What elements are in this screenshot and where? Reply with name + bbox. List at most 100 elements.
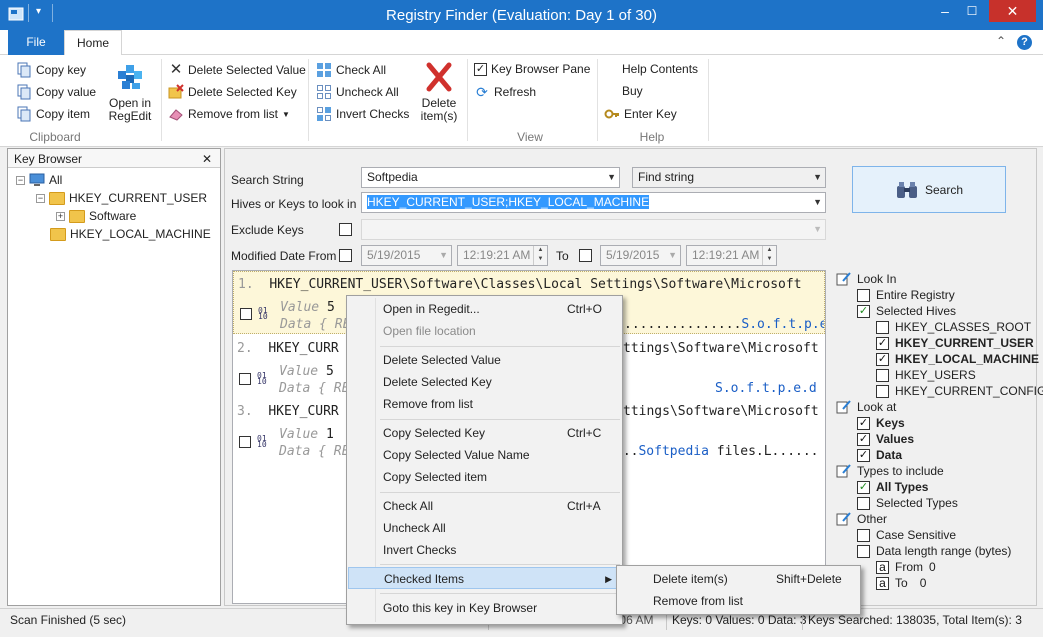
key-browser-pane-toggle[interactable]: ✓ Key Browser Pane xyxy=(474,62,590,76)
to-date-checkbox[interactable] xyxy=(579,249,592,262)
look-at-values-option[interactable]: ✓ Values xyxy=(857,432,914,446)
minimize-button[interactable]: – xyxy=(932,0,958,22)
submenu-item-delete-items[interactable]: Delete item(s) Shift+Delete xyxy=(618,568,859,590)
checkbox-checked[interactable]: ✓ xyxy=(857,448,870,462)
expand-icon[interactable]: + xyxy=(56,211,65,221)
menu-item-goto-key[interactable]: Goto this key in Key Browser xyxy=(348,597,621,619)
menu-item-check-all[interactable]: Check All Ctrl+A xyxy=(348,495,621,517)
checkbox[interactable] xyxy=(876,368,889,382)
menu-item-delete-value[interactable]: Delete Selected Value xyxy=(348,349,621,371)
time-spinner[interactable]: ▲ ▼ xyxy=(762,246,776,265)
hive-hkcc-option[interactable]: HKEY_CURRENT_CONFIG xyxy=(876,384,1043,398)
checkbox-checked[interactable]: ✓ xyxy=(876,336,889,350)
checkbox-checked[interactable]: ✓ xyxy=(857,480,870,494)
invert-checks-button[interactable]: Invert Checks xyxy=(316,106,409,122)
entire-registry-option[interactable]: Entire Registry xyxy=(857,288,955,302)
all-types-option[interactable]: ✓ All Types xyxy=(857,480,928,494)
result-checkbox[interactable] xyxy=(240,308,252,320)
uncheck-all-button[interactable]: Uncheck All xyxy=(316,84,399,100)
result-checkbox[interactable] xyxy=(239,373,251,385)
copy-key-button[interactable]: Copy key xyxy=(16,62,86,78)
checkbox-checked[interactable]: ✓ xyxy=(857,432,870,446)
checkbox[interactable] xyxy=(857,496,870,510)
result-checkbox[interactable] xyxy=(239,436,251,448)
tree-node-software[interactable]: + Software xyxy=(56,209,136,223)
selected-hives-option[interactable]: ✓ Selected Hives xyxy=(857,304,956,318)
tree-node-hkcu[interactable]: − HKEY_CURRENT_USER xyxy=(36,191,207,205)
selected-types-option[interactable]: Selected Types xyxy=(857,496,958,510)
checkbox[interactable] xyxy=(857,544,870,558)
checkbox-checked[interactable]: ✓ xyxy=(857,416,870,430)
menu-item-copy-value-name[interactable]: Copy Selected Value Name xyxy=(348,444,621,466)
checkbox[interactable] xyxy=(857,288,870,302)
search-string-input[interactable]: Softpedia ▼ xyxy=(361,167,620,188)
checkbox[interactable] xyxy=(857,528,870,542)
checkbox-checked[interactable]: ✓ xyxy=(857,304,870,318)
dropdown-arrow-icon[interactable]: ▼ xyxy=(607,172,616,182)
look-at-keys-option[interactable]: ✓ Keys xyxy=(857,416,905,430)
submenu-item-remove-from-list[interactable]: Remove from list xyxy=(618,590,859,612)
to-time-input[interactable]: 12:19:21 AM ▲ ▼ xyxy=(686,245,777,266)
menu-item-open-regedit[interactable]: Open in Regedit... Ctrl+O xyxy=(348,298,621,320)
title-bar: ▾ Registry Finder (Evaluation: Day 1 of … xyxy=(0,0,1043,30)
open-in-regedit-button[interactable]: Open in RegEdit xyxy=(104,61,156,123)
look-at-data-option[interactable]: ✓ Data xyxy=(857,448,902,462)
from-time-input[interactable]: 12:19:21 AM ▲ ▼ xyxy=(457,245,548,266)
copy-value-button[interactable]: Copy value xyxy=(16,84,96,100)
hive-hkcu-option[interactable]: ✓ HKEY_CURRENT_USER xyxy=(876,336,1034,350)
length-to-field[interactable]: a To 0 xyxy=(876,576,926,590)
help-icon[interactable]: ? xyxy=(1017,35,1032,50)
delete-selected-value-button[interactable]: ✕ Delete Selected Value xyxy=(168,62,306,78)
menu-item-copy-item[interactable]: Copy Selected item xyxy=(348,466,621,488)
checkbox-checked[interactable]: ✓ xyxy=(876,352,889,366)
time-spinner[interactable]: ▲ ▼ xyxy=(533,246,547,265)
find-mode-select[interactable]: Find string ▼ xyxy=(632,167,826,188)
maximize-button[interactable]: ☐ xyxy=(958,0,986,22)
enter-key-button[interactable]: Enter Key xyxy=(604,106,677,122)
exclude-keys-input[interactable]: ▼ xyxy=(361,219,826,240)
modified-date-checkbox[interactable] xyxy=(339,249,352,262)
menu-item-checked-items[interactable]: Checked Items ▶ xyxy=(348,567,621,589)
from-date-input[interactable]: 5/19/2015 ▼ xyxy=(361,245,452,266)
dropdown-arrow-icon[interactable]: ▼ xyxy=(813,172,822,182)
delete-selected-key-button[interactable]: Delete Selected Key xyxy=(168,84,297,100)
search-button[interactable]: Search xyxy=(852,166,1006,213)
close-button[interactable]: ✕ xyxy=(989,0,1036,22)
dropdown-arrow-icon[interactable]: ▼ xyxy=(439,250,448,260)
hive-hklm-option[interactable]: ✓ HKEY_LOCAL_MACHINE xyxy=(876,352,1039,366)
collapse-ribbon-icon[interactable]: ⌃ xyxy=(996,34,1006,48)
menu-item-copy-key[interactable]: Copy Selected Key Ctrl+C xyxy=(348,422,621,444)
dropdown-arrow-icon[interactable]: ▼ xyxy=(813,224,822,234)
to-date-input[interactable]: 5/19/2015 ▼ xyxy=(600,245,681,266)
exclude-keys-checkbox[interactable] xyxy=(339,223,352,236)
delete-items-button[interactable]: Delete item(s) xyxy=(416,61,462,123)
collapse-icon[interactable]: − xyxy=(16,175,25,185)
hive-hku-option[interactable]: HKEY_USERS xyxy=(876,368,976,382)
refresh-button[interactable]: ⟳ Refresh xyxy=(474,84,536,100)
remove-from-list-button[interactable]: Remove from list ▼ xyxy=(168,106,290,122)
case-sensitive-option[interactable]: Case Sensitive xyxy=(857,528,956,542)
menu-item-delete-key[interactable]: Delete Selected Key xyxy=(348,371,621,393)
menu-item-uncheck-all[interactable]: Uncheck All xyxy=(348,517,621,539)
copy-item-button[interactable]: Copy item xyxy=(16,106,90,122)
key-browser-close-icon[interactable]: ✕ xyxy=(202,152,212,166)
status-text: Scan Finished (5 sec) xyxy=(10,613,127,627)
length-from-field[interactable]: a From 0 xyxy=(876,560,936,574)
menu-item-remove-from-list[interactable]: Remove from list xyxy=(348,393,621,415)
tab-file[interactable]: File xyxy=(8,30,64,55)
collapse-icon[interactable]: − xyxy=(36,193,45,203)
tree-node-all[interactable]: − All xyxy=(16,173,62,187)
checkbox[interactable] xyxy=(876,320,889,334)
dropdown-arrow-icon[interactable]: ▼ xyxy=(668,250,677,260)
hive-hkcr-option[interactable]: HKEY_CLASSES_ROOT xyxy=(876,320,1031,334)
checkbox[interactable] xyxy=(876,384,889,398)
help-contents-button[interactable]: Help Contents xyxy=(622,62,698,76)
tab-home[interactable]: Home xyxy=(64,30,122,56)
hives-input[interactable]: HKEY_CURRENT_USER;HKEY_LOCAL_MACHINE ▼ xyxy=(361,192,826,213)
menu-item-invert-checks[interactable]: Invert Checks xyxy=(348,539,621,561)
dropdown-arrow-icon[interactable]: ▼ xyxy=(813,197,822,207)
tree-node-hklm[interactable]: HKEY_LOCAL_MACHINE xyxy=(50,227,211,241)
check-all-button[interactable]: Check All xyxy=(316,62,386,78)
buy-button[interactable]: Buy xyxy=(622,84,643,98)
data-length-option[interactable]: Data length range (bytes) xyxy=(857,544,1011,558)
